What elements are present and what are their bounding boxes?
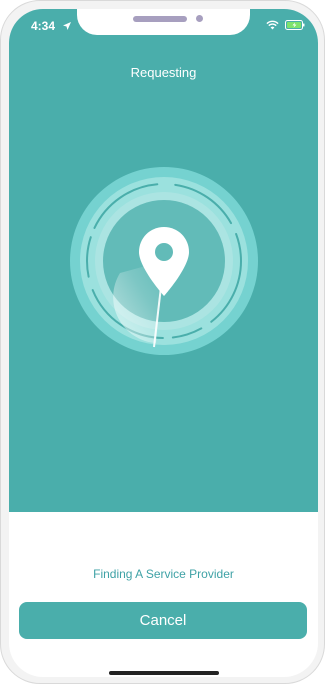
home-indicator[interactable] — [109, 671, 219, 675]
battery-icon — [285, 20, 305, 30]
location-arrow-icon — [63, 22, 71, 30]
radar-animation — [70, 167, 258, 355]
speaker-grille — [133, 16, 187, 22]
device-frame: 4:34 Requesting Finding A Service Provid… — [0, 0, 325, 684]
status-text: Finding A Service Provider — [93, 567, 234, 581]
notch — [77, 9, 250, 35]
requesting-panel: 4:34 Requesting — [9, 9, 318, 512]
page-title: Requesting — [130, 65, 197, 80]
cancel-button[interactable]: Cancel — [19, 602, 307, 639]
wifi-icon — [266, 20, 279, 30]
screen: 4:34 Requesting Finding A Service Provid… — [9, 9, 318, 677]
front-camera — [196, 15, 203, 22]
status-time: 4:34 — [31, 19, 56, 33]
